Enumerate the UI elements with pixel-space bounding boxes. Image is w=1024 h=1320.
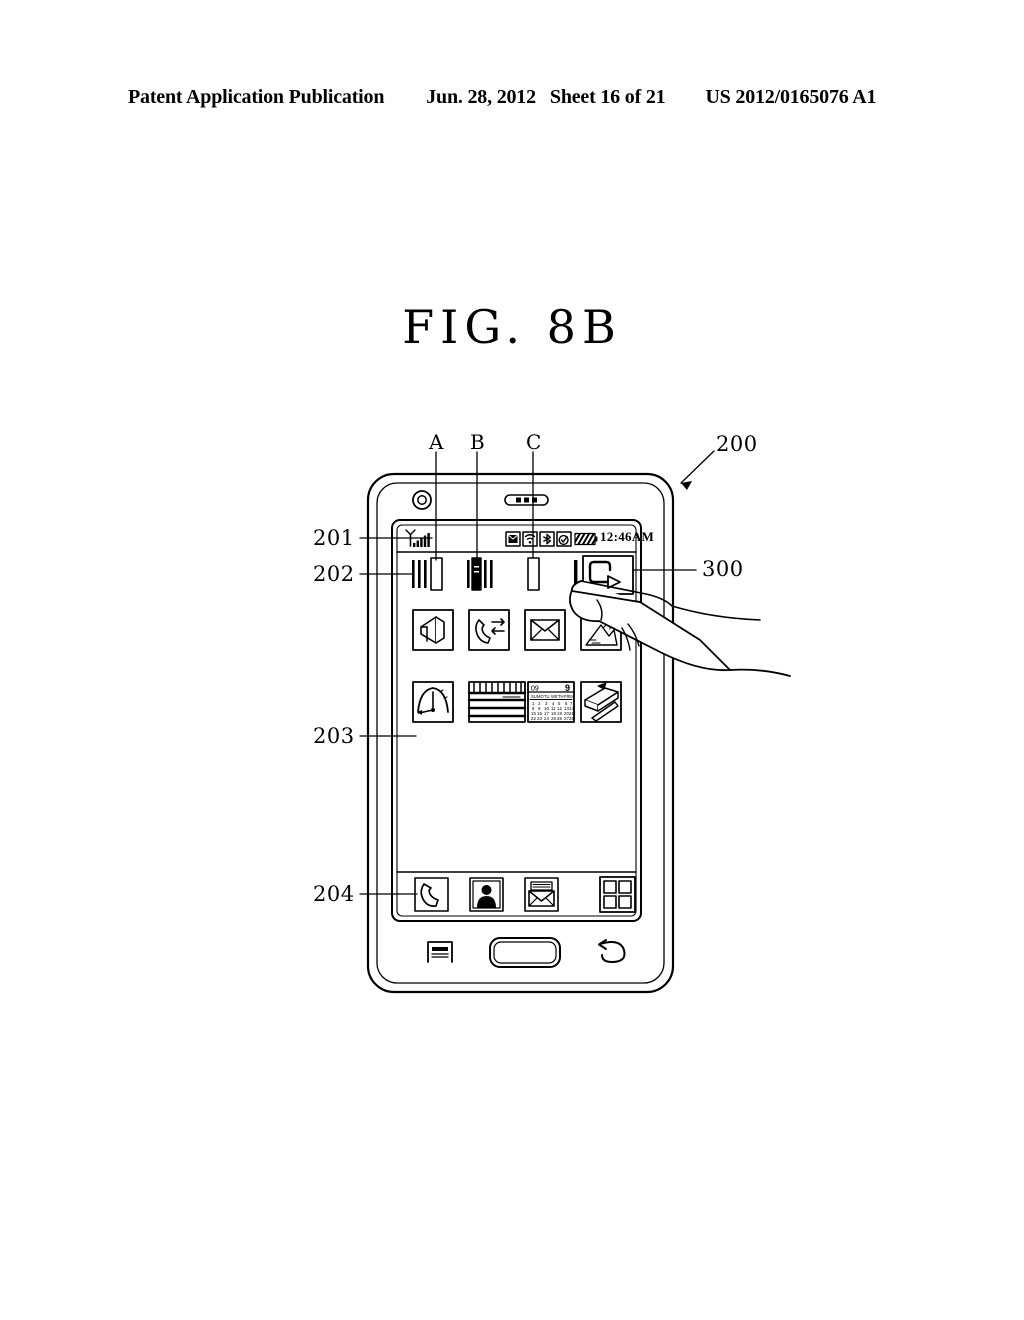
- dock-icon-contacts[interactable]: [469, 877, 504, 912]
- svg-text:24: 24: [544, 716, 549, 721]
- calendar-day: 9: [565, 683, 570, 693]
- dock-icon-mail[interactable]: [524, 877, 559, 912]
- svg-text:WE: WE: [551, 694, 558, 699]
- svg-text:26: 26: [557, 716, 562, 721]
- app-icon-message[interactable]: [524, 609, 566, 651]
- callout-204: 204: [313, 882, 355, 906]
- indicator-group-c[interactable]: [527, 557, 540, 591]
- alarm-icon: [556, 531, 572, 547]
- device-screen: [391, 519, 642, 922]
- leader-lines: [359, 450, 715, 895]
- app-icon-calendar[interactable]: 09 9 SU MO TU WE TH FR SA 123 456 7 8 9 10 11 1…: [527, 681, 575, 723]
- callout-203: 203: [313, 724, 355, 748]
- svg-text:23: 23: [537, 716, 542, 721]
- figure-drawing: 09 9 SU MO TU WE TH FR SA 123 456 7 8 9 10 11 1…: [0, 0, 1024, 1320]
- patent-figure-svg: 09 9 SU MO TU WE TH FR SA 123 456 7 8 9 10 11 1…: [359, 450, 791, 994]
- callout-200: 200: [716, 432, 758, 456]
- status-bar-time: 12:46AM: [600, 529, 655, 544]
- indicator-group-a[interactable]: [412, 557, 443, 591]
- callout-letter-b: B: [470, 430, 485, 454]
- dock-icon-phone[interactable]: [414, 877, 449, 912]
- home-button[interactable]: [489, 937, 561, 968]
- callout-300: 300: [702, 557, 744, 581]
- camera-lens: [412, 490, 432, 510]
- dock-icon-apps[interactable]: [599, 876, 636, 913]
- svg-text:22: 22: [531, 716, 536, 721]
- app-icon-broadcast[interactable]: [412, 609, 454, 651]
- app-icon-notebook[interactable]: [580, 681, 622, 723]
- earpiece-speaker: [504, 494, 549, 506]
- app-grid: 09 9 SU MO TU WE TH FR SA 123 456 7 8 9 10 11 1…: [412, 609, 622, 723]
- wifi-icon: [522, 531, 538, 547]
- svg-text:SU: SU: [531, 694, 537, 699]
- bluetooth-icon: [539, 531, 555, 547]
- hardware-buttons: [427, 937, 626, 968]
- menu-button[interactable]: [427, 941, 453, 963]
- svg-text:SA: SA: [569, 694, 575, 699]
- message-icon: [505, 531, 521, 547]
- svg-text:28: 28: [569, 716, 574, 721]
- svg-text:25: 25: [551, 716, 556, 721]
- app-icon-memo[interactable]: [467, 681, 527, 723]
- dock: [396, 871, 637, 913]
- callout-letter-a: A: [429, 430, 444, 454]
- indicator-group-b[interactable]: [467, 557, 493, 591]
- app-icon-clock[interactable]: [412, 681, 454, 723]
- app-icon-call[interactable]: [468, 609, 510, 651]
- svg-text:TU: TU: [544, 694, 550, 699]
- svg-text:TH: TH: [558, 694, 564, 699]
- battery-icon: [574, 532, 598, 546]
- calendar-month: 09: [531, 686, 539, 693]
- back-button[interactable]: [598, 939, 626, 963]
- callout-letter-c: C: [526, 430, 542, 454]
- callout-201: 201: [313, 526, 355, 550]
- callout-202: 202: [313, 562, 355, 586]
